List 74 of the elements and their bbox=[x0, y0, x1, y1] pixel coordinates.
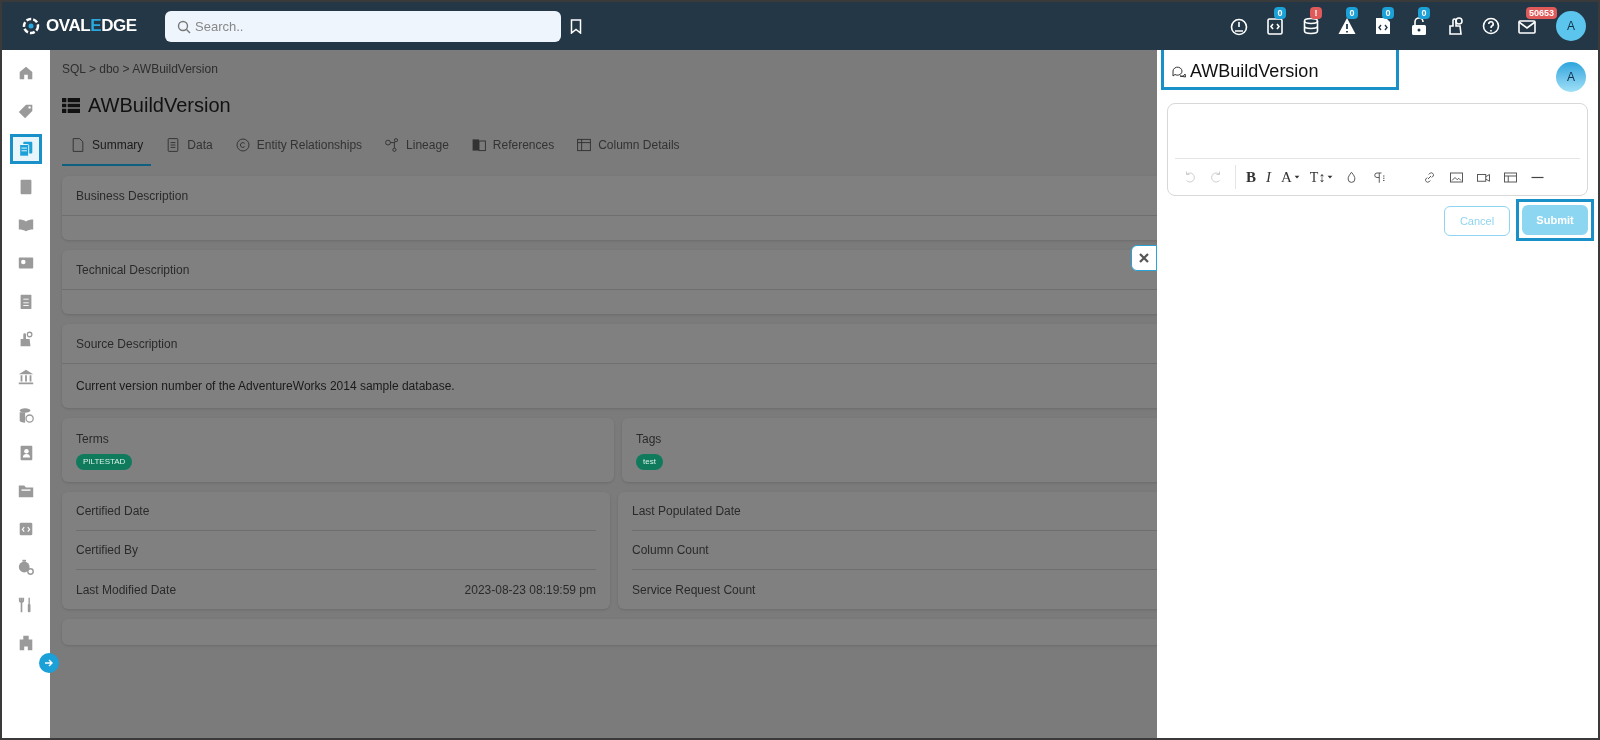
caret-icon bbox=[1293, 174, 1300, 180]
warning-icon[interactable] bbox=[1337, 16, 1357, 36]
font-color-button[interactable]: A bbox=[1277, 165, 1304, 189]
field-label: Certified Date bbox=[76, 503, 150, 520]
tab[interactable]: Entity Relationships bbox=[226, 136, 371, 166]
sidebar-item[interactable] bbox=[10, 134, 42, 164]
code-window-icon bbox=[17, 520, 35, 538]
field-label: Last Populated Date bbox=[632, 503, 741, 520]
code-document-icon[interactable] bbox=[1265, 16, 1285, 36]
bank-icon bbox=[17, 368, 35, 386]
badge: 0 bbox=[1418, 7, 1430, 19]
badge: 0 bbox=[1346, 7, 1358, 19]
field-label: Column Count bbox=[632, 542, 709, 559]
close-button[interactable] bbox=[1131, 245, 1157, 271]
timer-gear-icon bbox=[17, 558, 35, 576]
references-icon bbox=[470, 137, 487, 153]
tab[interactable]: Column Details bbox=[568, 136, 688, 166]
tag-chip[interactable]: PILTESTAD bbox=[76, 454, 133, 470]
arrow-right-icon bbox=[44, 658, 54, 668]
tab[interactable]: Data bbox=[157, 136, 221, 166]
expand-button[interactable] bbox=[39, 653, 59, 673]
description-text: Current version number of the AdventureWorks 2014 sample database. bbox=[76, 378, 455, 395]
tab[interactable]: Lineage bbox=[376, 136, 457, 166]
italic-button[interactable]: I bbox=[1262, 165, 1275, 189]
field-value: 2023-08-23 08:19:59 pm bbox=[464, 581, 596, 599]
bold-button[interactable]: B bbox=[1242, 165, 1260, 189]
table-icon[interactable] bbox=[1503, 169, 1519, 185]
help-icon[interactable] bbox=[1481, 16, 1501, 36]
panel-title: AWBuildVersion bbox=[1190, 60, 1319, 83]
badge: 50653 bbox=[1526, 7, 1558, 19]
breadcrumb: SQL > dbo > AWBuildVersion bbox=[62, 61, 218, 78]
logo-icon bbox=[20, 15, 42, 37]
table-icon bbox=[62, 97, 80, 113]
database-check-icon bbox=[17, 406, 35, 424]
tag-icon bbox=[17, 102, 35, 120]
home-icon bbox=[17, 64, 35, 82]
gauge-icon[interactable] bbox=[1229, 16, 1249, 36]
field-label: Last Modified Date bbox=[76, 581, 177, 599]
copy-icon bbox=[17, 140, 35, 158]
chat-icon bbox=[1172, 65, 1186, 78]
user-avatar[interactable]: A bbox=[1556, 11, 1586, 41]
tab[interactable]: Summary bbox=[62, 136, 152, 166]
bookmark-icon[interactable] bbox=[570, 18, 582, 34]
section-label: Business Description bbox=[76, 187, 189, 205]
document-icon bbox=[70, 137, 86, 153]
code-file-icon[interactable] bbox=[1373, 16, 1393, 36]
user-avatar: A bbox=[1556, 62, 1586, 92]
circle-icon bbox=[234, 137, 251, 153]
search-icon bbox=[177, 19, 191, 34]
section-label: Technical Description bbox=[76, 261, 190, 279]
badge: 0 bbox=[1274, 7, 1286, 19]
image-icon[interactable] bbox=[1449, 169, 1465, 185]
building-icon bbox=[17, 634, 35, 652]
table-icon bbox=[576, 137, 593, 153]
badge: 0 bbox=[1382, 7, 1394, 19]
lineage-icon bbox=[384, 137, 401, 153]
close-icon bbox=[1139, 253, 1149, 263]
caret-icon bbox=[1327, 174, 1334, 180]
field-label: Service Request Count bbox=[632, 581, 756, 599]
comment-editor[interactable]: B I A T↕ bbox=[1167, 103, 1588, 196]
tag-chip[interactable]: test bbox=[636, 454, 663, 470]
search-field[interactable]: Search.. bbox=[165, 10, 561, 42]
field-label: Certified By bbox=[76, 542, 139, 559]
page-title: AWBuildVersion bbox=[88, 93, 231, 118]
database-icon[interactable] bbox=[1301, 16, 1321, 36]
font-size-button[interactable]: T↕ bbox=[1305, 165, 1338, 189]
lock-icon[interactable] bbox=[1409, 16, 1429, 36]
logo-text: OVALEDGE bbox=[46, 15, 137, 38]
section-label: Tags bbox=[636, 431, 663, 448]
badge: ! bbox=[1310, 7, 1322, 19]
paragraph-icon[interactable] bbox=[1371, 169, 1387, 185]
tab[interactable]: References bbox=[462, 136, 563, 166]
section-label: Source Description bbox=[76, 335, 178, 353]
section-label: Terms bbox=[76, 431, 110, 448]
